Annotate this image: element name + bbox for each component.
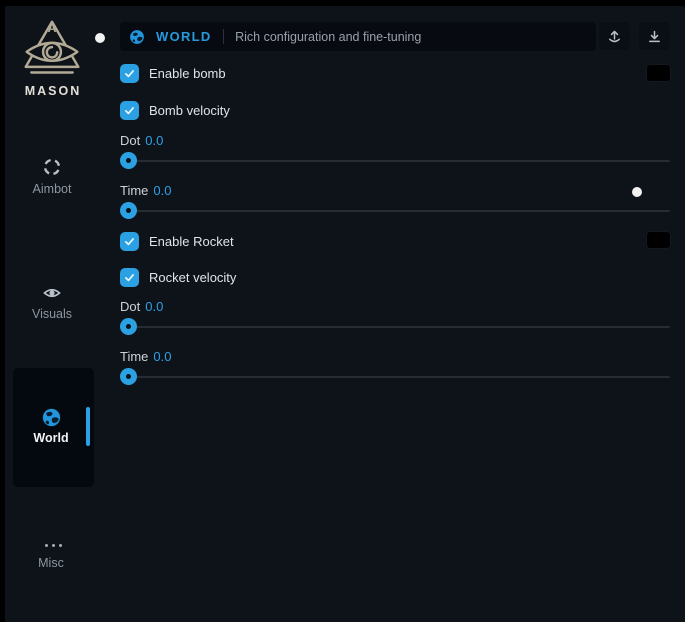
check-icon: [123, 104, 136, 117]
bomb-time-slider[interactable]: [120, 202, 670, 219]
bomb-velocity-checkbox[interactable]: [120, 101, 139, 120]
enable-rocket-label: Enable Rocket: [149, 234, 234, 249]
app-window: [5, 6, 685, 622]
bomb-time-label: Time0.0: [120, 183, 171, 198]
slider-track[interactable]: [120, 376, 670, 379]
download-config-button[interactable]: [639, 22, 670, 50]
rocket-dot-value: 0.0: [145, 299, 163, 314]
rocket-time-label: Time0.0: [120, 349, 171, 364]
enable-bomb-row: Enable bomb: [120, 64, 226, 83]
bomb-velocity-row: Bomb velocity: [120, 101, 230, 120]
slider-knob[interactable]: [120, 152, 137, 169]
globe-icon: [129, 29, 145, 45]
rocket-time-slider[interactable]: [120, 368, 670, 385]
ellipsis-icon[interactable]: [42, 534, 64, 556]
slider-track[interactable]: [120, 160, 670, 163]
app-root: A MASON Aimbot Visuals World Misc: [0, 0, 685, 622]
brand-name: MASON: [10, 84, 96, 98]
crosshair-icon[interactable]: [41, 156, 63, 178]
upload-config-button[interactable]: [599, 22, 630, 50]
cursor-dot: [632, 187, 642, 197]
header-divider: [223, 29, 225, 44]
bomb-color-swatch[interactable]: [646, 64, 671, 82]
bomb-velocity-label: Bomb velocity: [149, 103, 230, 118]
enable-bomb-label: Enable bomb: [149, 66, 226, 81]
mason-logo-icon: A: [18, 18, 86, 80]
bomb-dot-value: 0.0: [145, 133, 163, 148]
enable-rocket-checkbox[interactable]: [120, 232, 139, 251]
slider-track[interactable]: [120, 210, 670, 213]
sidebar-item-aimbot[interactable]: Aimbot: [10, 182, 94, 196]
bomb-time-value: 0.0: [153, 183, 171, 198]
rocket-dot-label: Dot0.0: [120, 299, 163, 314]
rocket-velocity-label: Rocket velocity: [149, 270, 236, 285]
rocket-time-value: 0.0: [153, 349, 171, 364]
sidebar-item-world[interactable]: World: [11, 431, 91, 445]
active-section-title: WORLD: [156, 29, 212, 44]
globe-icon[interactable]: [40, 406, 62, 428]
sidebar-item-misc[interactable]: Misc: [9, 556, 93, 570]
rocket-color-swatch[interactable]: [646, 231, 671, 249]
bomb-dot-slider[interactable]: [120, 152, 670, 169]
slider-track[interactable]: [120, 326, 670, 329]
active-tab-indicator: [86, 407, 90, 446]
check-icon: [123, 235, 136, 248]
section-header-bar: WORLD Rich configuration and fine-tuning: [120, 22, 596, 51]
eye-icon[interactable]: [41, 282, 63, 304]
sidebar-item-visuals[interactable]: Visuals: [10, 307, 94, 321]
slider-knob[interactable]: [120, 318, 137, 335]
enable-bomb-checkbox[interactable]: [120, 64, 139, 83]
rocket-velocity-checkbox[interactable]: [120, 268, 139, 287]
cursor-dot: [95, 33, 105, 43]
bomb-dot-label: Dot0.0: [120, 133, 163, 148]
section-subtitle: Rich configuration and fine-tuning: [235, 30, 421, 44]
svg-text:A: A: [48, 21, 57, 35]
download-icon: [647, 29, 662, 44]
enable-rocket-row: Enable Rocket: [120, 232, 234, 251]
slider-knob[interactable]: [120, 368, 137, 385]
rocket-velocity-row: Rocket velocity: [120, 268, 236, 287]
check-icon: [123, 271, 136, 284]
rocket-dot-slider[interactable]: [120, 318, 670, 335]
upload-icon: [607, 29, 622, 44]
slider-knob[interactable]: [120, 202, 137, 219]
check-icon: [123, 67, 136, 80]
